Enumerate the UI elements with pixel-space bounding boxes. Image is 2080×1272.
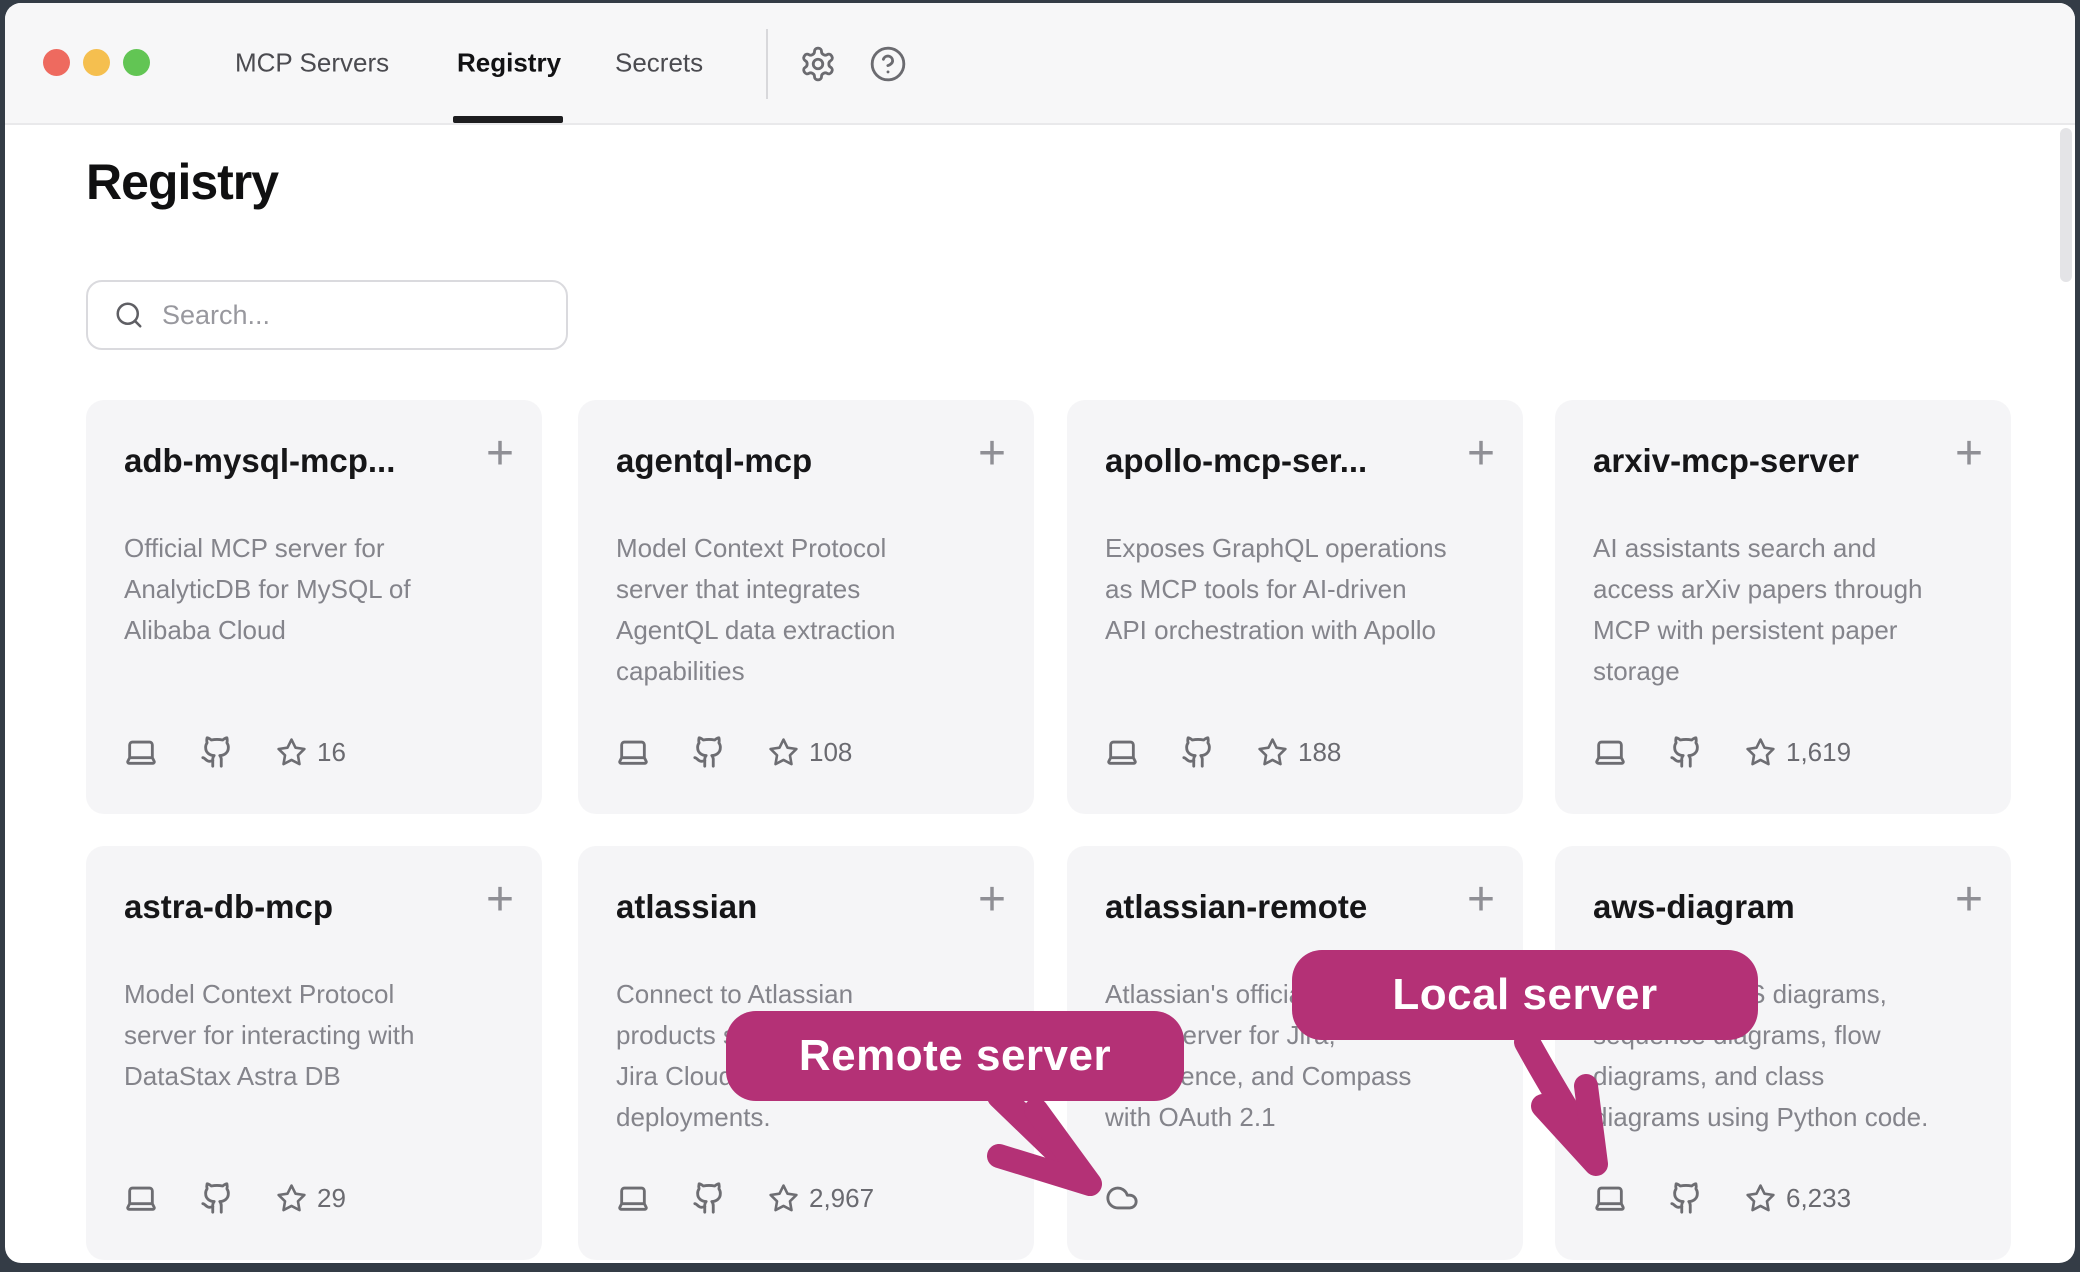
github-icon[interactable] — [200, 735, 234, 769]
titlebar-divider — [766, 29, 768, 99]
card-footer — [1105, 1180, 1139, 1216]
tab-mcp-servers[interactable]: MCP Servers — [235, 48, 389, 79]
add-server-button[interactable]: + — [486, 876, 514, 924]
star-count: 2,967 — [809, 1183, 874, 1214]
star-rating: 29 — [276, 1183, 346, 1214]
server-description: AI assistants search andaccess arXiv pap… — [1593, 528, 1981, 692]
window-minimize-button[interactable] — [83, 49, 110, 76]
star-icon — [1745, 737, 1776, 768]
card-footer: 2,967 — [616, 1180, 874, 1216]
card-footer: 16 — [124, 734, 346, 770]
github-icon[interactable] — [692, 1181, 726, 1215]
server-name: atlassian-remote — [1105, 888, 1367, 926]
github-icon[interactable] — [692, 735, 726, 769]
star-icon — [1745, 1183, 1776, 1214]
search-icon — [114, 300, 144, 330]
add-server-button[interactable]: + — [978, 430, 1006, 478]
star-rating: 188 — [1257, 737, 1341, 768]
titlebar: MCP Servers Registry Secrets — [5, 3, 2075, 125]
server-name: astra-db-mcp — [124, 888, 333, 926]
scrollbar-thumb[interactable] — [2060, 128, 2072, 282]
local-server-callout: Local server — [1292, 950, 1758, 1040]
star-icon — [276, 1183, 307, 1214]
add-server-button[interactable]: + — [1955, 876, 1983, 924]
laptop-icon — [616, 1181, 650, 1215]
page-title: Registry — [86, 153, 278, 211]
window-zoom-button[interactable] — [123, 49, 150, 76]
laptop-icon — [124, 735, 158, 769]
cloud-icon — [1105, 1181, 1139, 1215]
add-server-button[interactable]: + — [486, 430, 514, 478]
add-server-button[interactable]: + — [1467, 430, 1495, 478]
server-card[interactable]: apollo-mcp-ser... + Exposes GraphQL oper… — [1067, 400, 1523, 814]
server-name: atlassian — [616, 888, 757, 926]
tab-secrets[interactable]: Secrets — [615, 48, 703, 79]
card-footer: 6,233 — [1593, 1180, 1851, 1216]
laptop-icon — [616, 735, 650, 769]
star-rating: 2,967 — [768, 1183, 874, 1214]
star-icon — [768, 737, 799, 768]
search-box — [86, 280, 568, 350]
server-description: Exposes GraphQL operationsas MCP tools f… — [1105, 528, 1493, 651]
server-name: arxiv-mcp-server — [1593, 442, 1859, 480]
laptop-icon — [1105, 735, 1139, 769]
remote-server-callout: Remote server — [726, 1011, 1184, 1101]
server-name: apollo-mcp-ser... — [1105, 442, 1367, 480]
add-server-button[interactable]: + — [1467, 876, 1495, 924]
star-icon — [768, 1183, 799, 1214]
card-footer: 1,619 — [1593, 734, 1851, 770]
server-name: aws-diagram — [1593, 888, 1795, 926]
star-rating: 16 — [276, 737, 346, 768]
laptop-icon — [1593, 735, 1627, 769]
star-icon — [1257, 737, 1288, 768]
star-rating: 1,619 — [1745, 737, 1851, 768]
add-server-button[interactable]: + — [978, 876, 1006, 924]
server-description: Model Context Protocolserver that integr… — [616, 528, 1004, 692]
github-icon[interactable] — [1181, 735, 1215, 769]
star-count: 108 — [809, 737, 852, 768]
tab-registry[interactable]: Registry — [457, 48, 561, 79]
server-card[interactable]: adb-mysql-mcp... + Official MCP server f… — [86, 400, 542, 814]
server-name: adb-mysql-mcp... — [124, 442, 395, 480]
window-close-button[interactable] — [43, 49, 70, 76]
star-count: 188 — [1298, 737, 1341, 768]
star-count: 16 — [317, 737, 346, 768]
card-footer: 108 — [616, 734, 852, 770]
star-count: 29 — [317, 1183, 346, 1214]
server-card[interactable]: aws-diagram + Generate AWS diagrams,sequ… — [1555, 846, 2011, 1260]
github-icon[interactable] — [1669, 735, 1703, 769]
laptop-icon — [124, 1181, 158, 1215]
star-icon — [276, 737, 307, 768]
screenshot-canvas: { "window_controls": { "close_color": "#… — [0, 0, 2080, 1272]
add-server-button[interactable]: + — [1955, 430, 1983, 478]
server-name: agentql-mcp — [616, 442, 812, 480]
star-rating: 108 — [768, 737, 852, 768]
card-footer: 29 — [124, 1180, 346, 1216]
server-description: Model Context Protocolserver for interac… — [124, 974, 512, 1097]
search-input[interactable] — [162, 300, 522, 331]
github-icon[interactable] — [1669, 1181, 1703, 1215]
server-card[interactable]: astra-db-mcp + Model Context Protocolser… — [86, 846, 542, 1260]
active-tab-underline — [453, 116, 563, 123]
laptop-icon — [1593, 1181, 1627, 1215]
card-footer: 188 — [1105, 734, 1341, 770]
github-icon[interactable] — [200, 1181, 234, 1215]
server-card[interactable]: arxiv-mcp-server + AI assistants search … — [1555, 400, 2011, 814]
star-count: 6,233 — [1786, 1183, 1851, 1214]
help-icon[interactable] — [869, 45, 907, 83]
star-count: 1,619 — [1786, 737, 1851, 768]
settings-gear-icon[interactable] — [799, 45, 837, 83]
star-rating: 6,233 — [1745, 1183, 1851, 1214]
server-card[interactable]: agentql-mcp + Model Context Protocolserv… — [578, 400, 1034, 814]
server-description: Official MCP server forAnalyticDB for My… — [124, 528, 512, 651]
